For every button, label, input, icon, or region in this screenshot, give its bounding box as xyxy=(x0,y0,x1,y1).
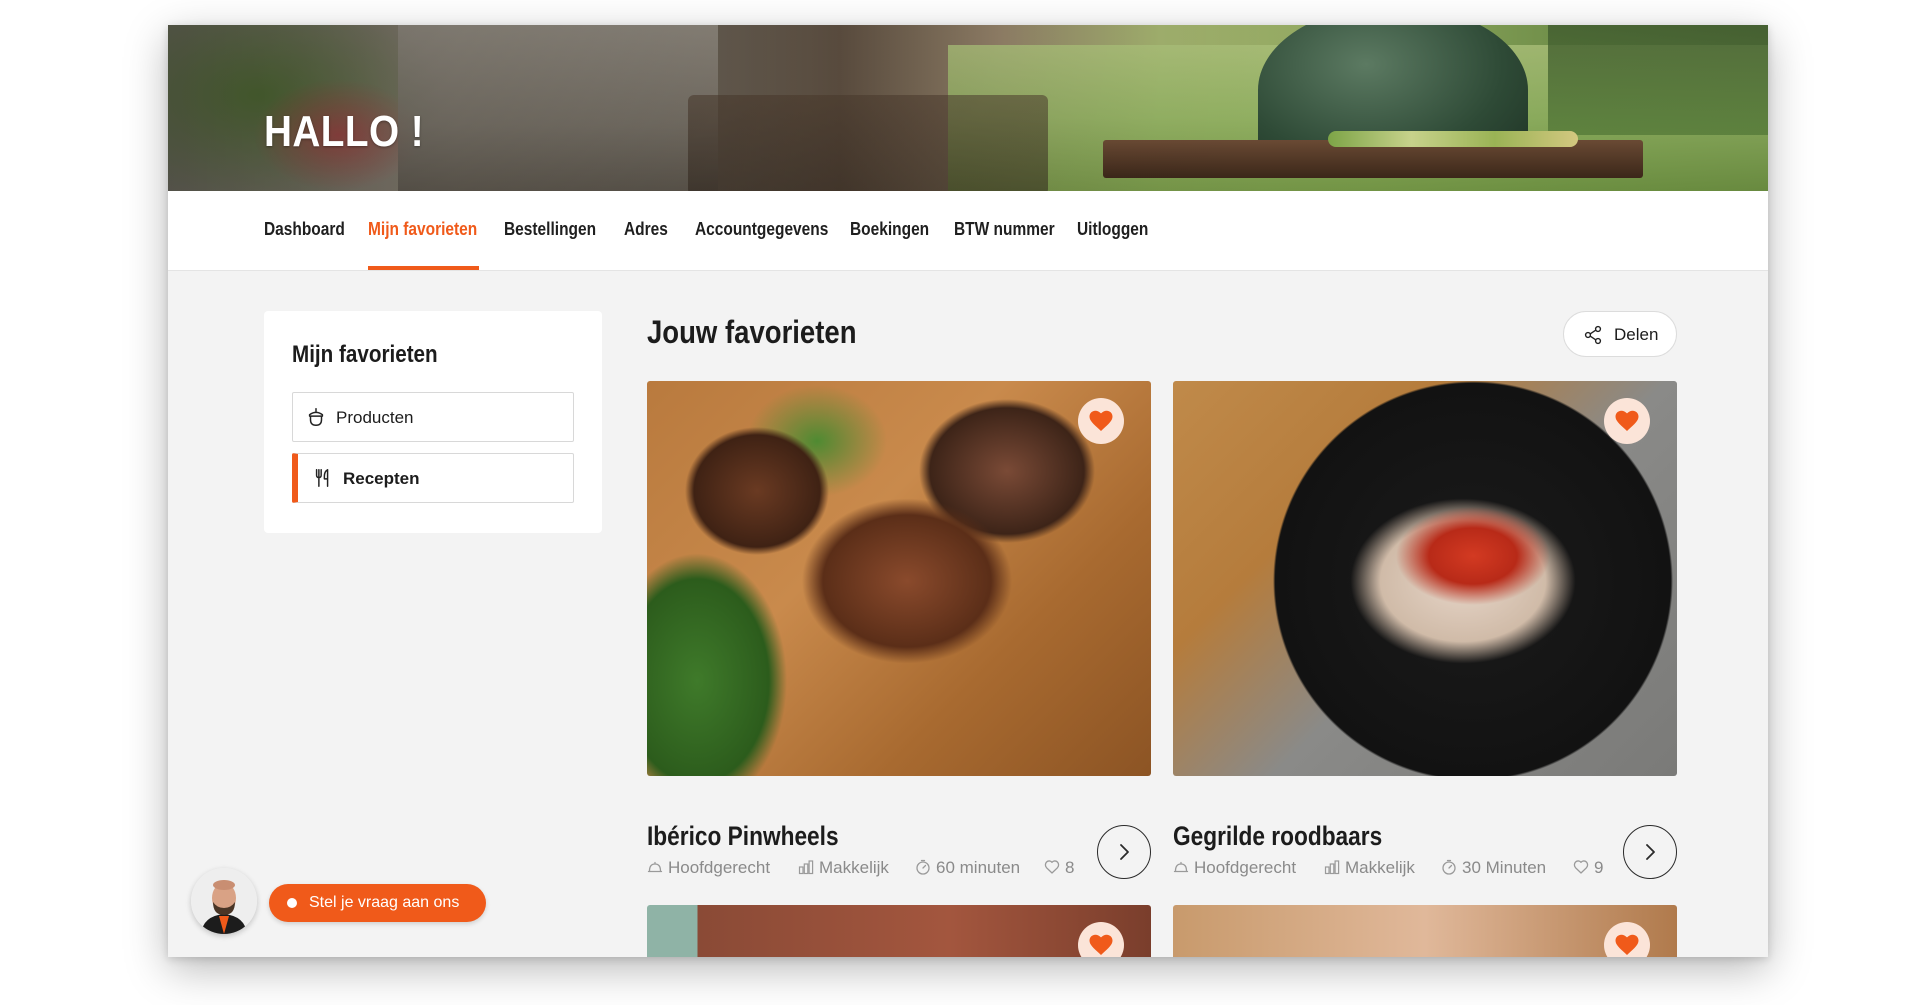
chat-button-label: Stel je vraag aan ons xyxy=(309,894,460,911)
chat-button[interactable]: Stel je vraag aan ons xyxy=(269,884,486,922)
cutlery-icon xyxy=(315,469,329,487)
cloche-icon xyxy=(1173,861,1189,873)
sidebar-item-label: Recepten xyxy=(343,469,420,488)
favorites-sidebar: Mijn favorieten Producten Recepten xyxy=(264,311,602,533)
nav-boekingen[interactable]: Boekingen xyxy=(850,191,929,270)
recipe-open-button[interactable] xyxy=(1623,825,1677,879)
sidebar-item-label: Producten xyxy=(336,408,414,427)
recipe-time-label: 30 Minuten xyxy=(1462,858,1547,877)
acorn-icon xyxy=(308,408,324,426)
timer-icon xyxy=(1442,859,1456,875)
recipe-image[interactable] xyxy=(1173,905,1677,957)
share-label: Delen xyxy=(1614,325,1659,344)
nav-btw-nummer[interactable]: BTW nummer xyxy=(954,191,1055,270)
sidebar-item-recepten[interactable]: Recepten xyxy=(292,453,574,503)
heart-icon xyxy=(1089,934,1113,955)
nav-mijn-favorieten[interactable]: Mijn favorieten xyxy=(368,191,477,270)
heart-outline-icon xyxy=(1573,860,1589,874)
sidebar-item-producten[interactable]: Producten xyxy=(292,392,574,442)
chevron-right-icon xyxy=(1646,844,1655,860)
account-page: HALLO ! Dashboard Mijn favorieten Bestel… xyxy=(168,25,1768,957)
favorite-toggle-button[interactable] xyxy=(1604,398,1650,444)
difficulty-bars-icon xyxy=(1324,860,1340,875)
favorite-toggle-button[interactable] xyxy=(1078,398,1124,444)
recipe-course-label: Hoofdgerecht xyxy=(1194,858,1297,877)
recipe-difficulty-label: Makkelijk xyxy=(1345,858,1415,877)
sidebar-title: Mijn favorieten xyxy=(292,341,438,368)
recipe-course-label: Hoofdgerecht xyxy=(668,858,771,877)
recipe-image-gegrilde-roodbaars[interactable] xyxy=(1173,381,1677,776)
account-nav: Dashboard Mijn favorieten Bestellingen A… xyxy=(168,191,1768,271)
nav-adres[interactable]: Adres xyxy=(624,191,668,270)
heart-icon xyxy=(1615,410,1639,431)
heart-icon xyxy=(1615,934,1639,955)
share-icon xyxy=(1584,325,1602,345)
hero-banner: HALLO ! xyxy=(168,25,1768,191)
nav-uitloggen[interactable]: Uitloggen xyxy=(1077,191,1148,270)
nav-active-indicator xyxy=(368,266,479,270)
recipe-image-iberico-pinwheels[interactable] xyxy=(647,381,1151,776)
chat-avatar[interactable] xyxy=(191,868,257,934)
recipe-title[interactable]: Gegrilde roodbaars xyxy=(1173,821,1382,852)
hero-title: HALLO ! xyxy=(264,107,425,156)
chevron-right-icon xyxy=(1120,844,1129,860)
heart-outline-icon xyxy=(1044,860,1060,874)
person-avatar-icon xyxy=(191,868,257,934)
recipe-title[interactable]: Ibérico Pinwheels xyxy=(647,821,839,852)
recipe-open-button[interactable] xyxy=(1097,825,1151,879)
nav-bestellingen[interactable]: Bestellingen xyxy=(504,191,596,270)
share-button[interactable]: Delen xyxy=(1563,311,1677,357)
recipe-difficulty-label: Makkelijk xyxy=(819,858,889,877)
cloche-icon xyxy=(647,861,663,873)
timer-icon xyxy=(916,859,930,875)
recipe-image[interactable] xyxy=(647,905,1151,957)
favorites-title: Jouw favorieten xyxy=(647,314,857,350)
difficulty-bars-icon xyxy=(798,860,814,875)
recipe-likes-count: 8 xyxy=(1065,858,1075,877)
online-dot-icon xyxy=(287,898,297,908)
recipe-likes-count: 9 xyxy=(1594,858,1604,877)
heart-icon xyxy=(1089,410,1113,431)
nav-accountgegevens[interactable]: Accountgegevens xyxy=(695,191,828,270)
recipe-time-label: 60 minuten xyxy=(936,858,1021,877)
nav-dashboard[interactable]: Dashboard xyxy=(264,191,345,270)
